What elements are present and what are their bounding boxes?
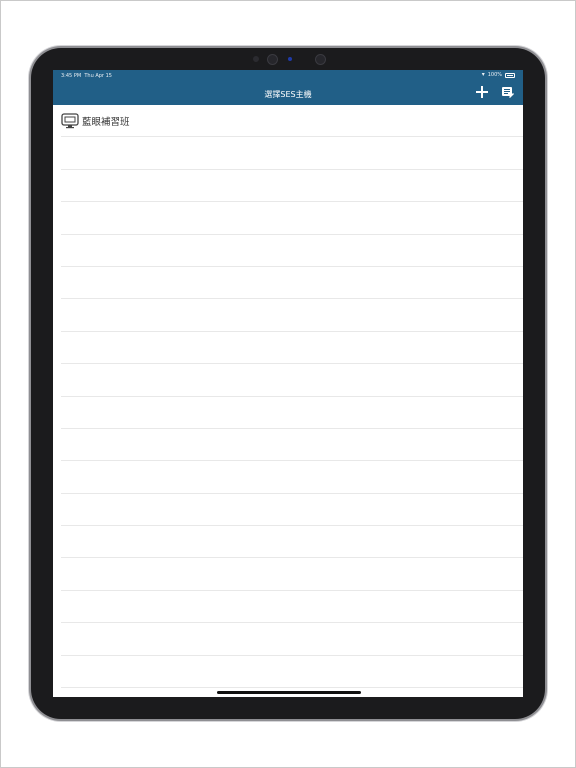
empty-list-row [61, 332, 523, 365]
camera-indicator [288, 57, 292, 61]
empty-list-row [61, 364, 523, 397]
status-time: 3:45 PM Thu Apr 15 [61, 73, 112, 79]
navigation-bar: 3:45 PM Thu Apr 15 ▾ 100% 選擇SES主機 [53, 70, 523, 105]
host-list-item[interactable]: 藍眼補習班 [61, 105, 523, 138]
camera-sensor [253, 56, 259, 62]
status-bar: 3:45 PM Thu Apr 15 ▾ 100% [53, 70, 523, 82]
page-title: 選擇SES主機 [264, 90, 312, 99]
empty-list-row [61, 494, 523, 527]
app-screen: 3:45 PM Thu Apr 15 ▾ 100% 選擇SES主機 藍眼補習班 [53, 70, 523, 697]
empty-list-row [61, 170, 523, 203]
empty-list-row [61, 591, 523, 624]
empty-list-row [61, 526, 523, 559]
empty-list-row [61, 202, 523, 235]
battery-percent: 100% [487, 72, 502, 78]
empty-list-row [61, 137, 523, 170]
host-list: 藍眼補習班 [53, 105, 523, 689]
camera-lens [267, 54, 278, 65]
empty-list-row [61, 299, 523, 332]
empty-list-row [61, 461, 523, 494]
home-indicator [217, 691, 361, 694]
camera-lens [315, 54, 326, 65]
empty-list-row [61, 623, 523, 656]
status-indicators: ▾ 100% [482, 72, 515, 78]
edit-list-icon[interactable] [501, 86, 515, 99]
plus-icon[interactable] [475, 85, 489, 99]
empty-list-row [61, 267, 523, 300]
monitor-icon [61, 113, 79, 128]
wifi-icon: ▾ [481, 71, 485, 78]
empty-list-row [61, 235, 523, 267]
empty-list-row [61, 656, 523, 689]
status-time-value: 3:45 PM [61, 73, 82, 79]
empty-list-row [61, 429, 523, 462]
empty-list-row [61, 558, 523, 591]
empty-list-row [61, 397, 523, 429]
battery-icon [505, 72, 515, 78]
status-date-value: Thu Apr 15 [84, 73, 112, 79]
host-name: 藍眼補習班 [82, 116, 130, 128]
